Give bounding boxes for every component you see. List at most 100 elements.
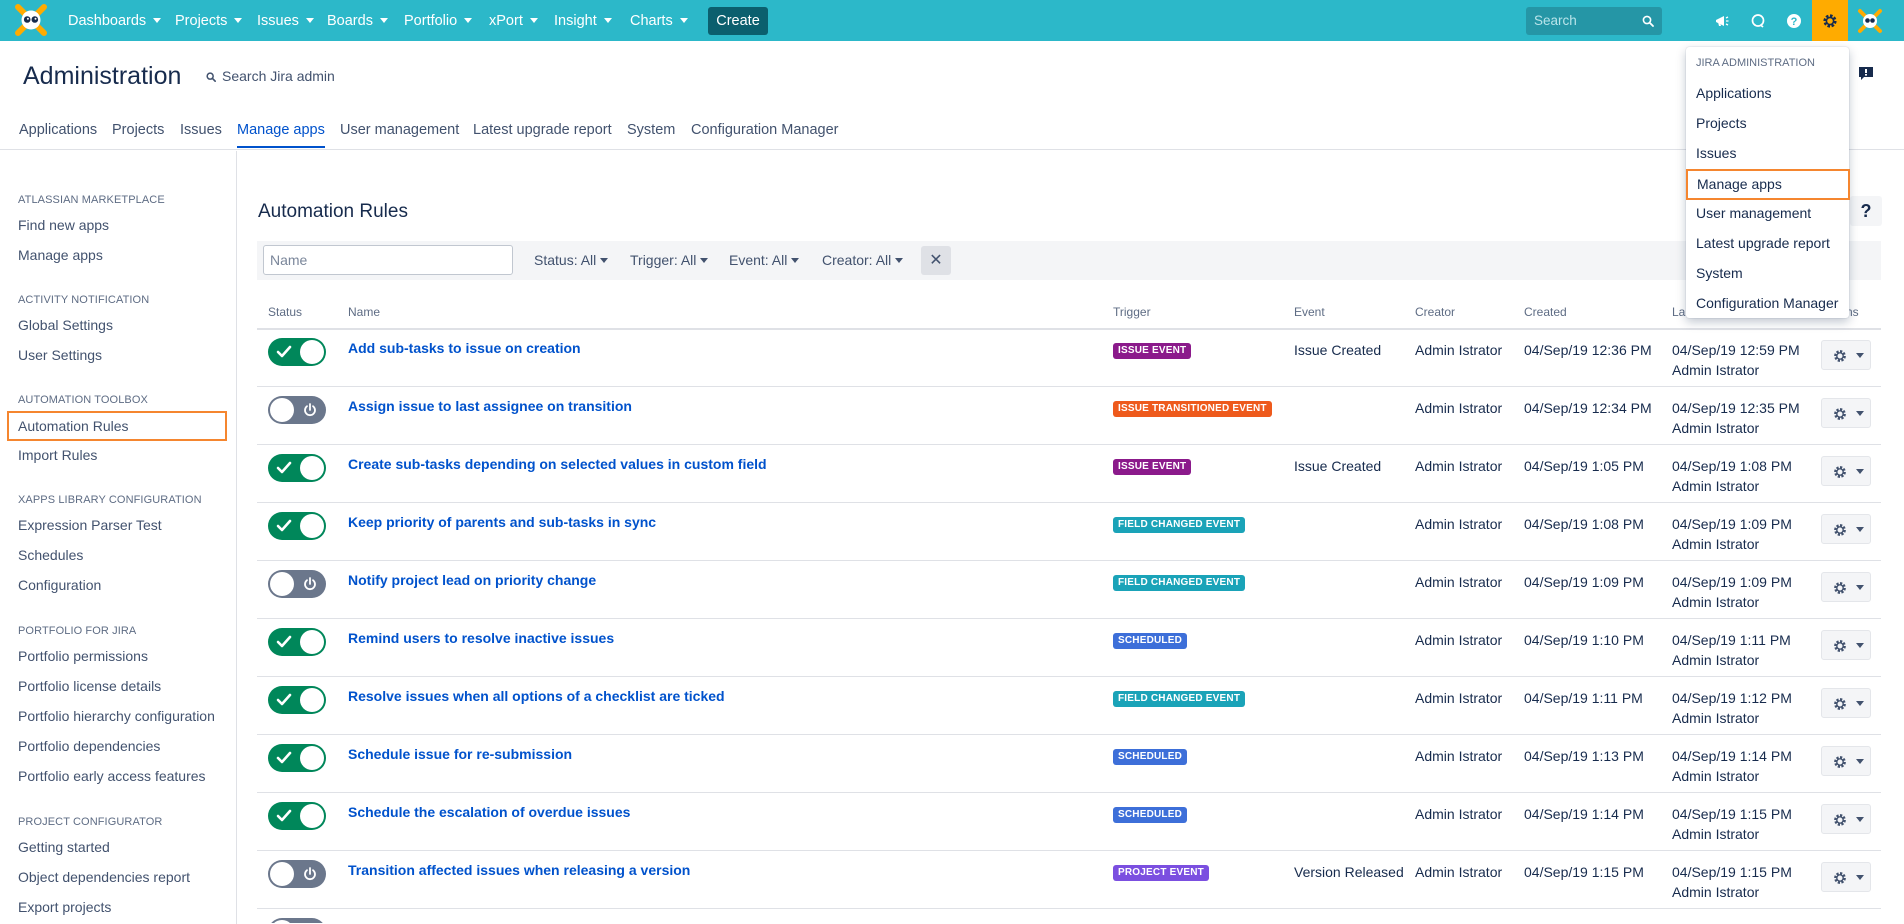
chevron-down-icon bbox=[791, 258, 800, 263]
rule-actions-button[interactable] bbox=[1821, 514, 1871, 544]
rule-actions-button[interactable] bbox=[1821, 572, 1871, 602]
dropdown-heading: Jira Administration bbox=[1696, 57, 1815, 69]
rule-name-link[interactable]: Create sub-tasks depending on selected v… bbox=[348, 456, 767, 472]
rule-actions-button[interactable] bbox=[1821, 804, 1871, 834]
status-toggle[interactable] bbox=[268, 454, 326, 482]
trigger-filter[interactable]: Trigger: All bbox=[630, 252, 709, 268]
created-cell: 04/Sep/19 1:11 PM bbox=[1524, 690, 1643, 706]
rule-name-link[interactable]: Assign issue to last assignee on transit… bbox=[348, 398, 632, 414]
rule-actions-button[interactable] bbox=[1821, 340, 1871, 370]
modified-cell: 04/Sep/19 12:59 PM bbox=[1672, 342, 1800, 358]
sidebar-item-portfolio-license-details[interactable]: Portfolio license details bbox=[18, 678, 161, 694]
status-toggle[interactable] bbox=[268, 396, 326, 424]
feedback-icon[interactable] bbox=[1740, 0, 1776, 41]
nav-boards[interactable]: Boards bbox=[327, 0, 388, 41]
nav-xport[interactable]: xPort bbox=[489, 0, 538, 41]
tab-latest-upgrade-report[interactable]: Latest upgrade report bbox=[473, 122, 612, 138]
admin-search-link[interactable]: Search Jira admin bbox=[206, 68, 335, 84]
status-filter[interactable]: Status: All bbox=[534, 252, 609, 268]
sidebar-item-portfolio-hierarchy-configuration[interactable]: Portfolio hierarchy configuration bbox=[18, 708, 215, 724]
rule-name-link[interactable]: Schedule issue for re-submission bbox=[348, 746, 572, 762]
rule-actions-button[interactable] bbox=[1821, 398, 1871, 428]
sidebar-item-object-dependencies-report[interactable]: Object dependencies report bbox=[18, 869, 190, 885]
status-toggle[interactable] bbox=[268, 686, 326, 714]
rule-name-link[interactable]: Notify project lead on priority change bbox=[348, 572, 596, 588]
help-button[interactable]: ? bbox=[1850, 196, 1882, 226]
notifications-icon[interactable] bbox=[1704, 0, 1740, 41]
nav-charts[interactable]: Charts bbox=[630, 0, 688, 41]
menu-item-user-management[interactable]: User management bbox=[1696, 205, 1811, 221]
sidebar-item-import-rules[interactable]: Import Rules bbox=[18, 447, 97, 463]
nav-dashboards[interactable]: Dashboards bbox=[68, 0, 162, 41]
rule-actions-button[interactable] bbox=[1821, 630, 1871, 660]
menu-item-system[interactable]: System bbox=[1696, 265, 1743, 281]
rule-name-link[interactable]: Keep priority of parents and sub-tasks i… bbox=[348, 514, 656, 530]
tab-applications[interactable]: Applications bbox=[19, 122, 97, 138]
sidebar-item-configuration[interactable]: Configuration bbox=[18, 577, 101, 593]
rule-actions-button[interactable] bbox=[1821, 746, 1871, 776]
rule-name-link[interactable]: Add sub-tasks to issue on creation bbox=[348, 340, 581, 356]
sidebar-item-manage-apps[interactable]: Manage apps bbox=[18, 247, 103, 263]
nav-issues[interactable]: Issues bbox=[257, 0, 314, 41]
sidebar-item-portfolio-dependencies[interactable]: Portfolio dependencies bbox=[18, 738, 160, 754]
sidebar-item-portfolio-early-access-features[interactable]: Portfolio early access features bbox=[18, 768, 206, 784]
global-search-input[interactable]: Search bbox=[1526, 7, 1662, 35]
sidebar-item-schedules[interactable]: Schedules bbox=[18, 547, 83, 563]
created-cell: 04/Sep/19 1:10 PM bbox=[1524, 632, 1644, 648]
status-toggle[interactable] bbox=[268, 628, 326, 656]
nav-insight[interactable]: Insight bbox=[554, 0, 612, 41]
sidebar-item-expression-parser-test[interactable]: Expression Parser Test bbox=[18, 517, 162, 533]
status-toggle[interactable] bbox=[268, 918, 326, 923]
menu-item-latest-upgrade-report[interactable]: Latest upgrade report bbox=[1696, 235, 1830, 251]
sidebar-item-export-projects[interactable]: Export projects bbox=[18, 899, 111, 915]
menu-item-configuration-manager[interactable]: Configuration Manager bbox=[1696, 295, 1838, 311]
tab-user-management[interactable]: User management bbox=[340, 122, 459, 138]
modified-cell: 04/Sep/19 12:35 PM bbox=[1672, 400, 1800, 416]
menu-item-applications[interactable]: Applications bbox=[1696, 85, 1772, 101]
sidebar-item-find-new-apps[interactable]: Find new apps bbox=[18, 217, 109, 233]
tab-issues[interactable]: Issues bbox=[180, 122, 222, 138]
menu-item-manage-apps[interactable]: Manage apps bbox=[1686, 169, 1850, 200]
rule-name-link[interactable]: Remind users to resolve inactive issues bbox=[348, 630, 614, 646]
rule-actions-button[interactable] bbox=[1821, 862, 1871, 892]
sidebar-item-user-settings[interactable]: User Settings bbox=[18, 347, 102, 363]
status-toggle[interactable] bbox=[268, 338, 326, 366]
clear-filters-button[interactable]: ✕ bbox=[921, 246, 951, 275]
status-toggle[interactable] bbox=[268, 802, 326, 830]
power-icon bbox=[304, 403, 316, 417]
avatar-icon[interactable] bbox=[1852, 0, 1888, 41]
menu-item-projects[interactable]: Projects bbox=[1696, 115, 1747, 131]
rule-actions-button[interactable] bbox=[1821, 688, 1871, 718]
event-filter[interactable]: Event: All bbox=[729, 252, 800, 268]
sidebar-item-getting-started[interactable]: Getting started bbox=[18, 839, 110, 855]
creator-filter[interactable]: Creator: All bbox=[822, 252, 904, 268]
gear-icon[interactable] bbox=[1812, 0, 1848, 41]
toggle-knob bbox=[300, 804, 324, 828]
help-icon[interactable]: ? bbox=[1776, 0, 1812, 41]
status-toggle[interactable] bbox=[268, 570, 326, 598]
status-toggle[interactable] bbox=[268, 860, 326, 888]
tab-projects[interactable]: Projects bbox=[112, 122, 164, 138]
toggle-knob bbox=[270, 398, 294, 422]
feedback-icon[interactable] bbox=[1858, 66, 1874, 82]
rule-actions-button[interactable] bbox=[1821, 456, 1871, 486]
tab-manage-apps[interactable]: Manage apps bbox=[237, 122, 325, 148]
tab-system[interactable]: System bbox=[627, 122, 675, 138]
sidebar-item-automation-rules[interactable]: Automation Rules bbox=[7, 411, 227, 441]
trigger-badge: ISSUE EVENT bbox=[1113, 343, 1192, 359]
rule-name-link[interactable]: Resolve issues when all options of a che… bbox=[348, 688, 725, 704]
sidebar-heading: Activity Notification bbox=[18, 294, 150, 306]
name-filter-input[interactable] bbox=[263, 245, 513, 275]
rule-name-link[interactable]: Transition affected issues when releasin… bbox=[348, 862, 690, 878]
sidebar-item-global-settings[interactable]: Global Settings bbox=[18, 317, 113, 333]
status-toggle[interactable] bbox=[268, 512, 326, 540]
tab-configuration-manager[interactable]: Configuration Manager bbox=[691, 122, 839, 138]
create-button[interactable]: Create bbox=[708, 7, 768, 35]
logo-icon[interactable] bbox=[14, 3, 48, 37]
rule-name-link[interactable]: Schedule the escalation of overdue issue… bbox=[348, 804, 630, 820]
nav-projects[interactable]: Projects bbox=[175, 0, 243, 41]
menu-item-issues[interactable]: Issues bbox=[1696, 145, 1736, 161]
nav-portfolio[interactable]: Portfolio bbox=[404, 0, 473, 41]
status-toggle[interactable] bbox=[268, 744, 326, 772]
sidebar-item-portfolio-permissions[interactable]: Portfolio permissions bbox=[18, 648, 148, 664]
